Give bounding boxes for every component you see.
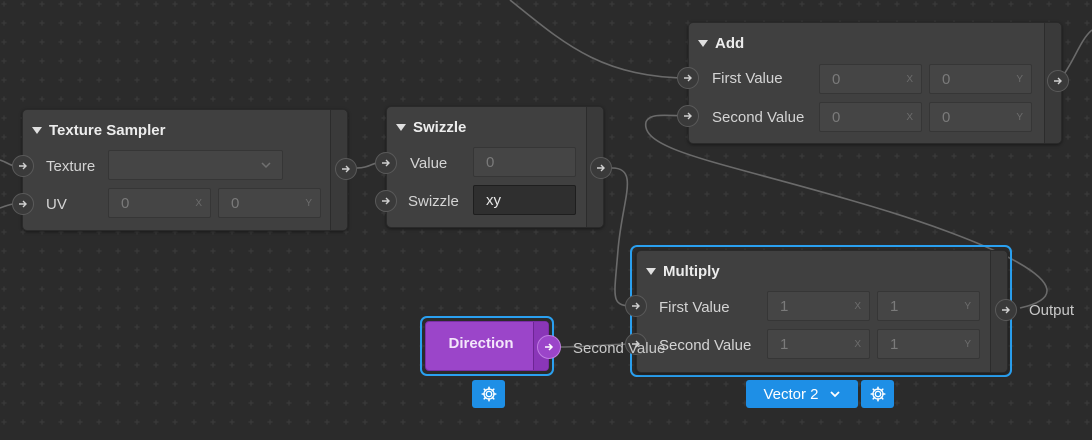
arrow-right-icon xyxy=(382,197,390,205)
swizzle-value: 0 xyxy=(486,153,495,171)
multiply-second-value-label: Second Value xyxy=(659,337,752,354)
arrow-right-icon xyxy=(1002,306,1010,314)
add-first-value-input-port[interactable] xyxy=(677,67,699,89)
swizzle-value-field[interactable]: 0 xyxy=(473,147,576,177)
texture-sampler-output-port[interactable] xyxy=(335,158,357,180)
add-first-x-value: 0 xyxy=(832,70,841,88)
swizzle-title: Swizzle xyxy=(413,119,467,136)
arrow-right-icon xyxy=(684,74,692,82)
multiply-output-port[interactable] xyxy=(995,299,1017,321)
uv-x-field[interactable]: 0 X xyxy=(108,188,211,218)
x-axis-label: X xyxy=(195,197,202,209)
swizzle-node[interactable]: Swizzle Value 0 Swizzle xy xyxy=(386,106,604,228)
add-second-value-input-port[interactable] xyxy=(677,105,699,127)
x-axis-label: X xyxy=(854,300,861,312)
gear-icon xyxy=(869,386,886,402)
texture-sampler-header[interactable]: Texture Sampler xyxy=(32,122,165,139)
direction-title: Direction xyxy=(448,335,514,352)
direction-output-port[interactable] xyxy=(537,335,561,359)
arrow-right-icon xyxy=(684,112,692,120)
uv-label: UV xyxy=(46,196,67,213)
direction-settings-button[interactable] xyxy=(472,380,505,408)
x-axis-label: X xyxy=(906,73,913,85)
arrow-right-icon xyxy=(382,159,390,167)
uv-y-field[interactable]: 0 Y xyxy=(218,188,321,218)
swizzle-value-input-port[interactable] xyxy=(375,152,397,174)
direction-connection-label: Second Value xyxy=(573,340,666,357)
add-node[interactable]: Add First Value 0 X 0 Y Second Value 0 X… xyxy=(688,22,1062,144)
multiply-second-y-value: 1 xyxy=(890,335,899,353)
swizzle-swizzle-label: Swizzle xyxy=(408,193,459,210)
x-axis-label: X xyxy=(854,338,861,350)
swizzle-output-port[interactable] xyxy=(590,157,612,179)
multiply-first-value-label: First Value xyxy=(659,299,730,316)
chevron-down-icon xyxy=(261,162,271,169)
add-first-y-field[interactable]: 0 Y xyxy=(929,64,1032,94)
add-second-value-label: Second Value xyxy=(712,109,805,126)
texture-sampler-title: Texture Sampler xyxy=(49,122,166,139)
y-axis-label: Y xyxy=(1016,73,1023,85)
add-node-header[interactable]: Add xyxy=(698,35,744,52)
add-first-value-label: First Value xyxy=(712,70,783,87)
uv-y-value: 0 xyxy=(231,194,240,212)
arrow-right-icon xyxy=(632,302,640,310)
wire-top-to-add-first xyxy=(509,0,689,79)
triangle-down-icon[interactable] xyxy=(698,40,708,47)
swizzle-input[interactable]: xy xyxy=(473,185,576,215)
swizzle-header[interactable]: Swizzle xyxy=(396,119,466,136)
arrow-right-icon xyxy=(19,200,27,208)
uv-input-port[interactable] xyxy=(12,193,34,215)
multiply-first-x-field[interactable]: 1 X xyxy=(767,291,870,321)
add-first-y-value: 0 xyxy=(942,70,951,88)
multiply-first-y-field[interactable]: 1 Y xyxy=(877,291,980,321)
type-selector-dropdown[interactable]: Vector 2 xyxy=(746,380,858,408)
triangle-down-icon[interactable] xyxy=(32,127,42,134)
swizzle-value-label: Value xyxy=(410,155,448,172)
multiply-second-x-value: 1 xyxy=(780,335,789,353)
arrow-right-icon xyxy=(545,343,554,351)
add-node-title: Add xyxy=(715,35,745,52)
gear-icon xyxy=(480,386,497,402)
add-second-y-value: 0 xyxy=(942,108,951,126)
add-first-x-field[interactable]: 0 X xyxy=(819,64,922,94)
arrow-right-icon xyxy=(1054,77,1062,85)
add-second-x-field[interactable]: 0 X xyxy=(819,102,922,132)
uv-x-value: 0 xyxy=(121,194,130,212)
texture-label: Texture xyxy=(46,158,96,175)
multiply-second-y-field[interactable]: 1 Y xyxy=(877,329,980,359)
type-selector-label: Vector 2 xyxy=(763,385,819,403)
multiply-header[interactable]: Multiply xyxy=(646,263,720,280)
texture-input-port[interactable] xyxy=(12,155,34,177)
x-axis-label: X xyxy=(906,111,913,123)
y-axis-label: Y xyxy=(1016,111,1023,123)
multiply-output-label: Output xyxy=(1029,302,1075,319)
add-output-port[interactable] xyxy=(1047,70,1069,92)
texture-select[interactable] xyxy=(108,150,283,180)
multiply-second-x-field[interactable]: 1 X xyxy=(767,329,870,359)
multiply-node[interactable]: Multiply First Value 1 X 1 Y Second Valu… xyxy=(636,250,1008,373)
y-axis-label: Y xyxy=(964,300,971,312)
multiply-settings-button[interactable] xyxy=(861,380,894,408)
y-axis-label: Y xyxy=(964,338,971,350)
texture-sampler-node[interactable]: Texture Sampler Texture UV 0 X 0 Y xyxy=(22,109,348,231)
swizzle-swizzle-input-port[interactable] xyxy=(375,190,397,212)
swizzle-input-value: xy xyxy=(486,191,501,209)
direction-node[interactable]: Direction xyxy=(425,321,549,371)
multiply-first-x-value: 1 xyxy=(780,297,789,315)
triangle-down-icon[interactable] xyxy=(646,268,656,275)
chevron-down-icon xyxy=(829,391,840,398)
add-second-x-value: 0 xyxy=(832,108,841,126)
y-axis-label: Y xyxy=(305,197,312,209)
arrow-right-icon xyxy=(342,165,350,173)
arrow-right-icon xyxy=(597,164,605,172)
multiply-first-value-input-port[interactable] xyxy=(625,295,647,317)
arrow-right-icon xyxy=(19,162,27,170)
triangle-down-icon[interactable] xyxy=(396,124,406,131)
add-second-y-field[interactable]: 0 Y xyxy=(929,102,1032,132)
multiply-first-y-value: 1 xyxy=(890,297,899,315)
multiply-title: Multiply xyxy=(663,263,720,280)
